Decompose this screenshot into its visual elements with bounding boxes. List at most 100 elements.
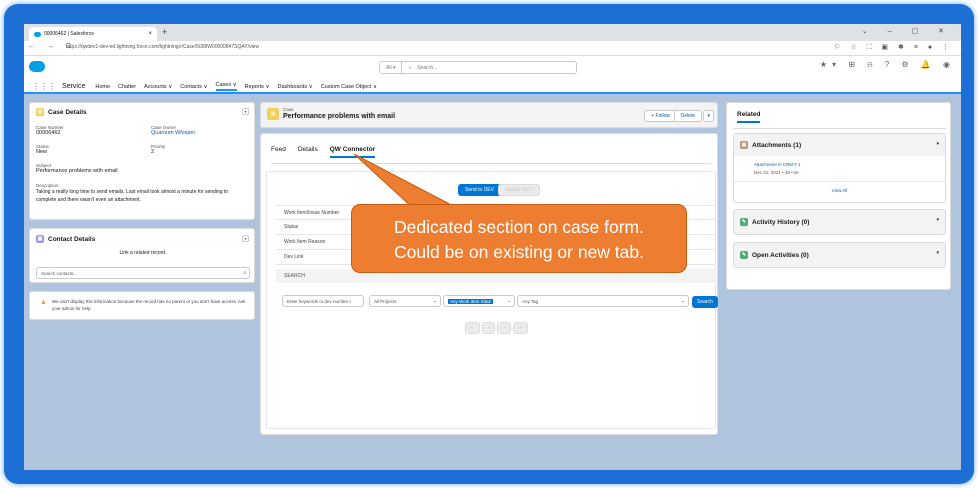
record-title: Performance problems with email	[283, 113, 396, 120]
search-icon: ⌕	[243, 270, 246, 276]
activity-history-title: Activity History (0)	[752, 218, 810, 226]
work-item-number-label: Work Item/Issue Number	[284, 209, 340, 216]
update-dev-button[interactable]: Update DEV	[498, 184, 540, 196]
activity-history-menu-button[interactable]: ▾	[936, 217, 939, 223]
tag-select-value: Any Tag	[522, 298, 539, 304]
header-utility-icons[interactable]: ★▾ ⊞ ⍾ ? ⚙ 🔔 ◉	[820, 60, 955, 70]
callout-pointer-shape	[354, 154, 460, 210]
link-related-record-text: Link a related record.	[119, 250, 167, 256]
warning-text: We can't display this information becaus…	[52, 299, 246, 311]
follow-button[interactable]: + Follow	[644, 110, 677, 122]
prev-page-button[interactable]: ‹	[481, 322, 496, 334]
open-activities-related-list: ✎ Open Activities (0) ▾	[733, 242, 946, 268]
nav-item-home[interactable]: Home	[95, 84, 110, 90]
activity-history-header: ✎ Activity History (0)	[740, 218, 809, 226]
open-activities-header: ✎ Open Activities (0)	[740, 251, 809, 259]
case-details-title: Case Details	[48, 108, 87, 116]
activity-icon: ✎	[740, 251, 748, 259]
case-details-card: ▤ Case Details ▾ Case Number 00006462 Ca…	[29, 102, 255, 220]
related-panel: Related ▤ Attachments (1) ▾ Attachment i…	[726, 102, 951, 290]
next-page-button[interactable]: ›	[497, 322, 512, 334]
chevron-down-icon: ⌄	[506, 298, 511, 304]
app-name: Service	[62, 83, 86, 90]
chevron-down-icon: ⌄	[432, 298, 437, 304]
global-header: All ▾ ⌕ Search... ★▾ ⊞ ⍾ ? ⚙ 🔔 ◉	[24, 56, 961, 81]
browser-tab[interactable]: 00006462 | Salesforce ×	[29, 27, 157, 41]
attachment-link[interactable]: Attachment in CRM # 1	[754, 162, 801, 167]
nav-item-reports[interactable]: Reports ∨	[245, 84, 270, 90]
app-navigation-bar: ⋮⋮⋮ Service Home Chatter Accounts ∨ Cont…	[24, 81, 961, 94]
record-actions-menu-button[interactable]: ▾	[703, 110, 714, 122]
browser-window: 00006462 | Salesforce × + ⌄ – ▢ ✕ ← → C …	[24, 24, 961, 470]
case-number-value: 00006462	[36, 130, 61, 136]
case-record-icon: ▤	[267, 108, 279, 120]
activity-icon: ✎	[740, 218, 748, 226]
nav-item-accounts[interactable]: Accounts ∨	[144, 84, 172, 90]
pagination: « ‹ › »	[465, 322, 528, 334]
last-page-button[interactable]: »	[513, 322, 528, 334]
address-bar[interactable]: https://qwdev1-dev-ed.lightning.force.co…	[66, 44, 259, 50]
nav-item-custom-case-object[interactable]: Custom Case Object ∨	[321, 84, 377, 90]
contact-details-menu-button[interactable]: ▾	[242, 235, 249, 242]
callout-line-1: Dedicated section on case form.	[394, 217, 644, 237]
case-details-header: ▤ Case Details	[36, 108, 87, 116]
nav-item-cases[interactable]: Cases ∨	[215, 82, 237, 91]
view-all-link[interactable]: View All	[734, 188, 945, 193]
keyword-search-input[interactable]: Enter keywords or dev number t	[282, 295, 364, 307]
related-divider	[733, 128, 946, 129]
record-type-label: Case	[283, 107, 294, 112]
attachments-title: Attachments (1)	[752, 141, 802, 149]
open-activities-menu-button[interactable]: ▾	[936, 250, 939, 256]
delete-button[interactable]: Delete	[673, 110, 702, 122]
attachment-meta: Dec 21, 2021 • 48 • txt	[754, 170, 799, 175]
work-item-state-select[interactable]: Any Work Item State ⌄	[443, 295, 515, 307]
warning-icon: ▲	[40, 299, 47, 306]
contact-search-input[interactable]: Search contacts... ⌕	[36, 267, 250, 279]
attachments-related-list: ▤ Attachments (1) ▾ Attachment in CRM # …	[733, 133, 946, 203]
search-icon: ⌕	[408, 64, 412, 71]
subject-field: Subject Performance problems with email	[36, 163, 118, 174]
case-details-menu-button[interactable]: ▾	[242, 108, 249, 115]
new-tab-button[interactable]: +	[162, 27, 167, 37]
chevron-down-icon: ⌄	[680, 298, 685, 304]
status-field: Status New	[36, 144, 49, 155]
attachment-icon: ▤	[740, 141, 748, 149]
address-bar-row: ← → C https://qwdev1-dev-ed.lightning.fo…	[24, 41, 961, 56]
description-field: Description Taking a really long time to…	[36, 183, 236, 204]
keyword-search-placeholder: Enter keywords or dev number t	[287, 298, 351, 304]
tab-feed[interactable]: Feed	[271, 146, 286, 158]
project-select-value: All Projects	[374, 298, 397, 304]
status-value: New	[36, 149, 48, 155]
work-item-reason-label: Work Item Reason	[284, 239, 326, 245]
search-button[interactable]: Search	[692, 296, 718, 308]
nav-item-chatter[interactable]: Chatter	[118, 84, 136, 90]
attachments-menu-button[interactable]: ▾	[936, 141, 939, 147]
global-search[interactable]: All ▾ ⌕ Search...	[379, 61, 577, 74]
description-value: Taking a really long time to send emails…	[36, 189, 229, 203]
view-all-divider	[734, 181, 945, 182]
project-select[interactable]: All Projects ⌄	[369, 295, 441, 307]
global-search-input[interactable]: Search...	[411, 65, 437, 71]
search-scope-dropdown[interactable]: All ▾	[380, 62, 403, 73]
case-owner-link[interactable]: Quantum Whisper	[151, 130, 195, 136]
tab-related[interactable]: Related	[737, 111, 761, 123]
warning-card: ▲ We can't display this information beca…	[29, 291, 255, 320]
case-number-field: Case Number 00006462	[36, 125, 64, 136]
contact-details-title: Contact Details	[48, 235, 96, 243]
window-controls[interactable]: ⌄ – ▢ ✕	[862, 27, 953, 35]
tab-details[interactable]: Details	[298, 146, 318, 158]
salesforce-favicon-icon	[34, 31, 41, 37]
nav-item-dashboards[interactable]: Dashboards ∨	[277, 84, 312, 90]
contact-details-header: ▣ Contact Details	[36, 235, 95, 243]
contact-icon: ▣	[36, 235, 44, 243]
browser-tab-strip: 00006462 | Salesforce × + ⌄ – ▢ ✕	[24, 24, 961, 41]
close-tab-icon[interactable]: ×	[148, 31, 152, 37]
send-to-dev-button[interactable]: Send to DEV	[458, 184, 501, 196]
first-page-button[interactable]: «	[465, 322, 480, 334]
nav-item-contacts[interactable]: Contacts ∨	[180, 84, 207, 90]
tag-select[interactable]: Any Tag ⌄	[517, 295, 689, 307]
browser-extension-icons[interactable]: ⚐ ☆ ⛶ ▣ ✱ ≡ ● ⋮	[834, 43, 953, 52]
app-launcher-icon[interactable]: ⋮⋮⋮	[32, 82, 56, 91]
salesforce-logo-icon	[29, 61, 45, 72]
callout-line-2: Could be on existing or new tab.	[393, 242, 645, 262]
